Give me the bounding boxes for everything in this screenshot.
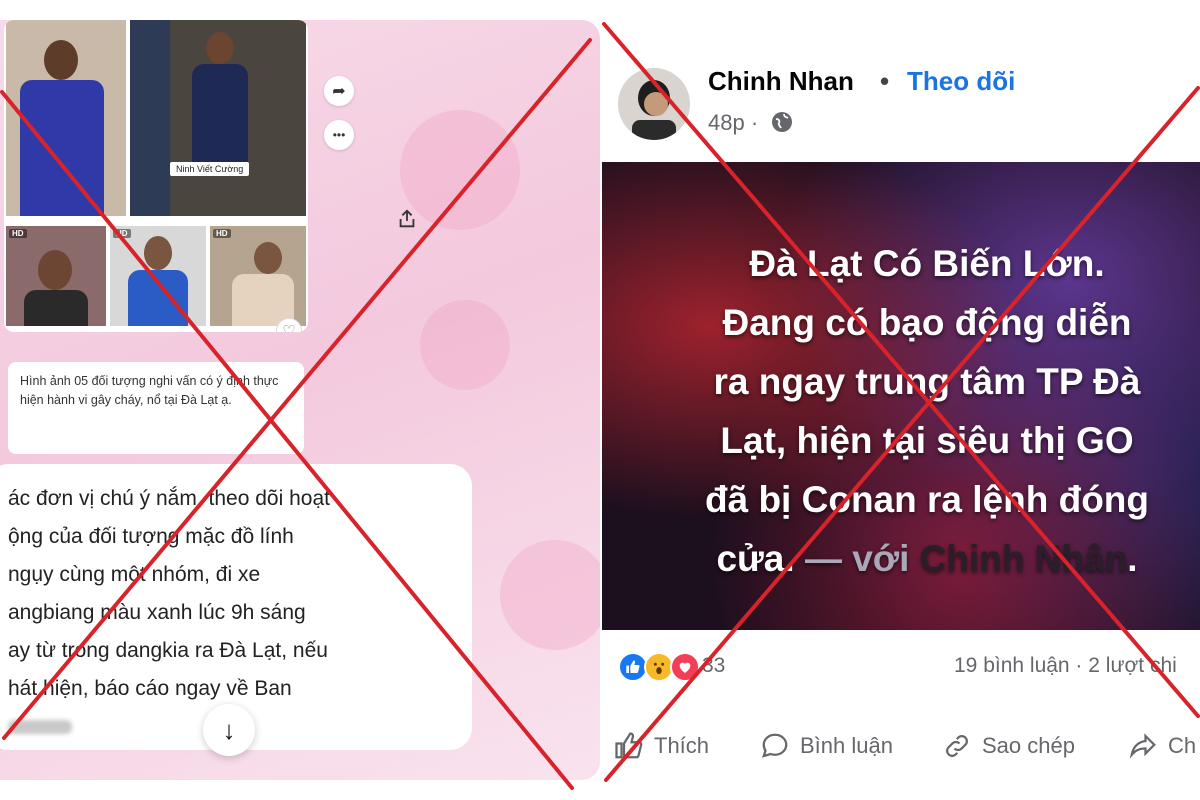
message-line: ngụy cùng một nhóm, đi xe [8, 563, 261, 586]
share-button[interactable]: Ch [1128, 718, 1196, 774]
photo-name-tag: Ninh Viết Cường [170, 162, 250, 176]
avatar[interactable] [618, 68, 690, 140]
heart-decoration [420, 300, 510, 390]
suspect-photo[interactable]: HD [6, 226, 106, 326]
post-text-line: ra ngay trung tâm TP Đà [713, 361, 1141, 402]
post-text-line: Đang có bạo động diễn [722, 302, 1132, 343]
follow-button[interactable]: Theo dõi [907, 66, 1015, 97]
post-text-fragment: cửa. [716, 538, 795, 579]
comment-icon [762, 733, 788, 758]
hd-badge: HD [213, 229, 231, 238]
suspect-photo[interactable] [6, 20, 126, 216]
post-timestamp[interactable]: 48p · [708, 110, 758, 136]
share-label: Ch [1168, 733, 1197, 758]
post-text-line: cửa. — với Chinh Nhân. [642, 529, 1200, 588]
separator-dot: • [880, 66, 890, 96]
copy-button[interactable]: Sao chép [942, 718, 1075, 774]
post-text-fragment: . [1127, 538, 1138, 579]
copy-label: Sao chép [982, 733, 1075, 758]
more-dots-icon[interactable]: ••• [324, 120, 354, 150]
message-line: ác đơn vị chú ý nắm, theo dõi hoạt [8, 487, 330, 510]
love-reaction-icon [670, 652, 700, 682]
reaction-count[interactable]: 33 [702, 654, 725, 678]
message-line: hát hiện, báo cáo ngay về Ban [8, 677, 292, 700]
link-icon [946, 735, 968, 757]
suspect-photo[interactable]: Ninh Viết Cường [130, 20, 306, 216]
globe-icon [772, 112, 792, 132]
author-name[interactable]: Chinh Nhan [708, 66, 854, 97]
upload-share-icon[interactable] [392, 204, 422, 234]
share-icon [1129, 733, 1156, 759]
post-image-text: Đà Lạt Có Biến Lớn. Đang có bạo động diễ… [642, 234, 1200, 588]
hd-badge: HD [9, 229, 27, 238]
post-image[interactable]: Đà Lạt Có Biến Lớn. Đang có bạo động diễ… [602, 162, 1200, 630]
suspect-photo[interactable]: HD [110, 226, 206, 326]
post-text-line: đã bị Conan ra lệnh đóng [705, 479, 1149, 520]
suspect-photo-grid[interactable]: Ninh Viết Cường HD HD HD ♡ [4, 20, 308, 332]
photo-caption: Hình ảnh 05 đối tượng nghi vấn có ý định… [8, 362, 304, 454]
engagement-stats[interactable]: 19 bình luận · 2 lượt chi [954, 654, 1177, 678]
post-text-line: Đà Lạt Có Biến Lớn. [749, 243, 1105, 284]
suspect-photo[interactable]: HD [210, 226, 306, 326]
message-line: ay từ trong dangkia ra Đà Lạt, nếu [8, 639, 328, 662]
post-action-bar: Thích Bình luận Sao chép Ch [602, 718, 1200, 774]
message-line: ộng của đối tượng mặc đồ lính [8, 525, 294, 548]
thumbs-up-icon [615, 732, 643, 759]
like-label: Thích [654, 733, 710, 758]
comment-button[interactable]: Bình luận [760, 718, 893, 774]
message-line: angbiang màu xanh lúc 9h sáng [8, 601, 306, 624]
hd-badge: HD [113, 229, 131, 238]
share-arrow-icon[interactable]: ➦ [324, 76, 354, 106]
chat-screenshot-panel: Ninh Viết Cường HD HD HD ♡ ➦ ••• Hình ản… [0, 20, 600, 780]
heart-decoration [500, 540, 600, 650]
tagged-person[interactable]: Chinh Nhân [920, 538, 1128, 579]
post-text-line: Lạt, hiện tại siêu thị GO [720, 420, 1134, 461]
tag-with: — với [794, 538, 920, 579]
facebook-post: Chinh Nhan • Theo dõi 48p · Đà Lạt Có Bi… [602, 22, 1200, 800]
comment-label: Bình luận [800, 733, 893, 758]
like-button[interactable]: Thích [614, 718, 709, 774]
arrow-down-icon[interactable]: ↓ [203, 704, 255, 756]
